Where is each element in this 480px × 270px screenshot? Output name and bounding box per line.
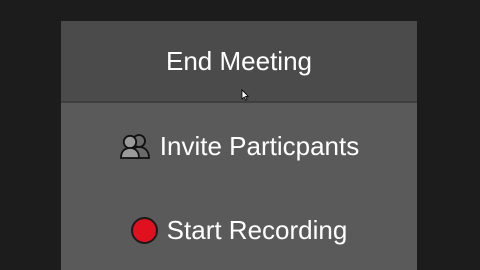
meeting-options-menu: End Meeting Invite Particpants Start Rec…	[61, 21, 417, 270]
end-meeting-label: End Meeting	[166, 46, 312, 76]
invite-participants-button[interactable]: Invite Particpants	[61, 105, 417, 187]
record-icon	[130, 216, 158, 244]
invite-participants-label: Invite Particpants	[159, 130, 360, 161]
start-recording-button[interactable]: Start Recording	[61, 189, 417, 270]
mouse-cursor-icon	[241, 89, 249, 101]
start-recording-label: Start Recording	[166, 214, 348, 245]
screen: End Meeting Invite Particpants Start Rec…	[0, 0, 480, 270]
participants-icon	[119, 133, 151, 159]
menu-divider	[61, 101, 417, 103]
end-meeting-button[interactable]: End Meeting	[61, 21, 417, 101]
